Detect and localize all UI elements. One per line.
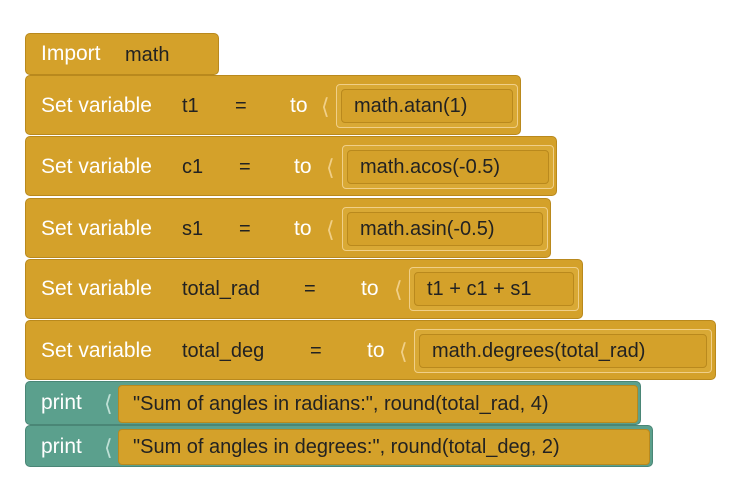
set-variable-label: Set variable — [41, 217, 152, 240]
input-connector-icon: ⟨ — [326, 217, 335, 242]
value-text: math.degrees(total_rad) — [432, 340, 646, 362]
print-argument-text: "Sum of angles in degrees:", round(total… — [133, 436, 560, 458]
to-label: to — [290, 94, 308, 117]
set-variable-block-t1[interactable]: Set variable t1 = to ⟨ math.atan(1) — [25, 75, 521, 135]
chevron-down-icon — [269, 164, 279, 170]
operator-value: = — [304, 278, 316, 300]
value-text: math.asin(-0.5) — [360, 218, 495, 240]
value-input-slot[interactable]: t1 + c1 + s1 — [409, 267, 579, 311]
set-variable-block-s1[interactable]: Set variable s1 = to ⟨ math.asin(-0.5) — [25, 198, 551, 258]
operator-value: = — [235, 95, 247, 117]
input-connector-icon: ⟨ — [326, 155, 335, 180]
set-variable-label: Set variable — [41, 277, 152, 300]
input-connector-icon: ⟨ — [399, 339, 408, 364]
value-text: math.acos(-0.5) — [360, 156, 501, 178]
variable-name: c1 — [182, 156, 204, 178]
set-variable-label: Set variable — [41, 339, 152, 362]
to-label: to — [294, 155, 312, 178]
variable-name: total_rad — [182, 278, 260, 300]
set-variable-block-total-deg[interactable]: Set variable total_deg = to ⟨ math.degre… — [25, 320, 716, 380]
set-variable-label: Set variable — [41, 155, 152, 178]
operator-value: = — [239, 218, 251, 240]
set-variable-label: Set variable — [41, 94, 152, 117]
chevron-down-icon — [194, 52, 204, 58]
print-argument-block[interactable]: "Sum of angles in radians:", round(total… — [118, 385, 638, 423]
value-input-slot[interactable]: math.asin(-0.5) — [342, 207, 548, 251]
chevron-down-icon — [265, 103, 275, 109]
value-input-slot[interactable]: math.acos(-0.5) — [342, 145, 554, 189]
variable-name: s1 — [182, 218, 204, 240]
value-text: math.atan(1) — [354, 95, 468, 117]
print-argument-block[interactable]: "Sum of angles in degrees:", round(total… — [118, 429, 650, 465]
to-label: to — [367, 339, 385, 362]
input-connector-icon: ⟨ — [104, 391, 113, 416]
value-block[interactable]: math.atan(1) — [341, 89, 513, 123]
set-variable-block-total-rad[interactable]: Set variable total_rad = to ⟨ t1 + c1 + … — [25, 259, 583, 319]
print-block-degrees[interactable]: print ⟨ "Sum of angles in degrees:", rou… — [25, 425, 653, 467]
input-connector-icon: ⟨ — [321, 94, 330, 119]
variable-name: t1 — [182, 95, 199, 117]
print-argument-text: "Sum of angles in radians:", round(total… — [133, 393, 549, 415]
chevron-down-icon — [337, 286, 347, 292]
print-label: print — [41, 435, 82, 458]
value-block[interactable]: math.acos(-0.5) — [347, 150, 549, 184]
value-block[interactable]: t1 + c1 + s1 — [414, 272, 574, 306]
chevron-down-icon — [269, 226, 279, 232]
operator-value: = — [239, 156, 251, 178]
variable-name: total_deg — [182, 340, 265, 362]
to-label: to — [361, 277, 379, 300]
value-text: t1 + c1 + s1 — [427, 278, 532, 300]
chevron-down-icon — [343, 348, 353, 354]
operator-value: = — [310, 340, 322, 362]
import-block[interactable]: Import math — [25, 33, 219, 75]
value-block[interactable]: math.asin(-0.5) — [347, 212, 543, 246]
value-input-slot[interactable]: math.atan(1) — [336, 84, 518, 128]
value-block[interactable]: math.degrees(total_rad) — [419, 334, 707, 368]
print-label: print — [41, 391, 82, 414]
print-block-radians[interactable]: print ⟨ "Sum of angles in radians:", rou… — [25, 381, 641, 425]
module-value: math — [125, 44, 170, 66]
value-input-slot[interactable]: math.degrees(total_rad) — [414, 329, 712, 373]
input-connector-icon: ⟨ — [394, 277, 403, 302]
set-variable-block-c1[interactable]: Set variable c1 = to ⟨ math.acos(-0.5) — [25, 136, 557, 196]
to-label: to — [294, 217, 312, 240]
input-connector-icon: ⟨ — [104, 435, 113, 460]
import-label: Import — [41, 42, 101, 65]
